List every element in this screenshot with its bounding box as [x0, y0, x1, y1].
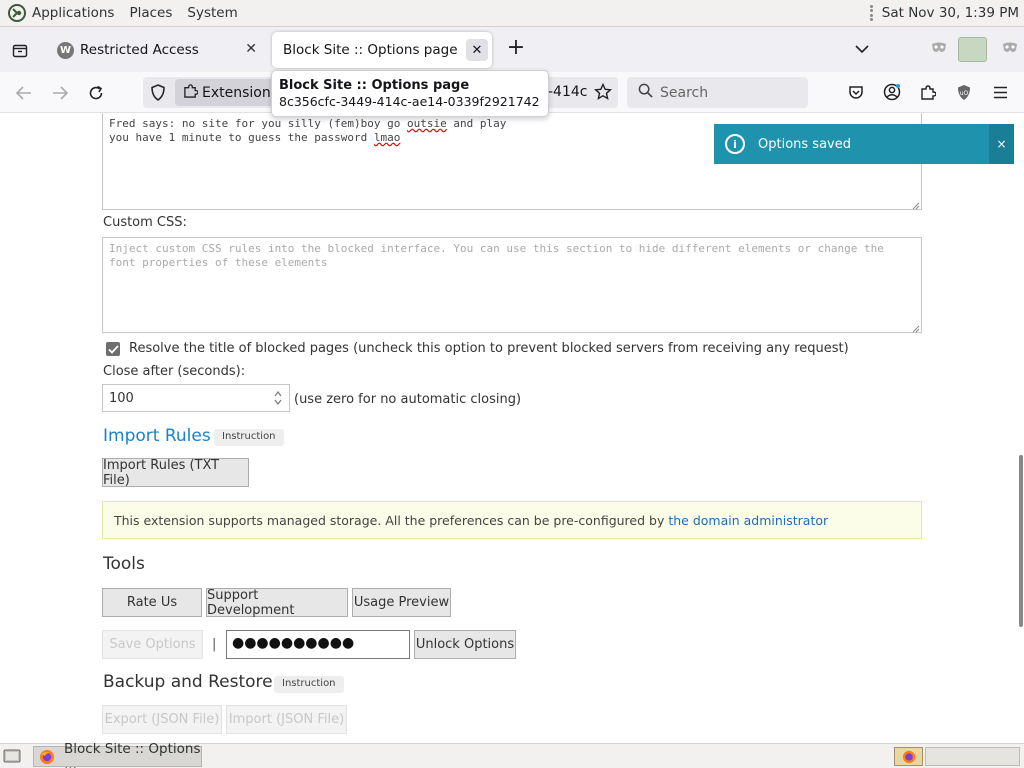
tab-tooltip: Block Site :: Options page 8c356cfc-3449… [271, 70, 549, 117]
instruction-badge[interactable]: Instruction [214, 429, 284, 446]
close-after-value: 100 [109, 391, 134, 406]
puzzle-piece-icon [183, 83, 199, 102]
search-placeholder: Search [660, 84, 709, 101]
svg-text:uO: uO [960, 90, 969, 97]
tab-restricted-access[interactable]: W Restricted Access ✕ [47, 32, 267, 68]
new-tab-button[interactable]: + [504, 37, 528, 61]
close-after-input[interactable]: 100 [102, 384, 290, 412]
save-options-button[interactable]: Save Options [102, 630, 203, 659]
support-development-button[interactable]: Support Development [206, 588, 348, 618]
password-input[interactable]: ●●●●●●●●●● [226, 630, 410, 659]
hamburger-menu-icon[interactable] [990, 82, 1010, 102]
rate-us-button[interactable]: Rate Us [102, 588, 202, 617]
search-input[interactable]: Search [627, 77, 808, 108]
tooltip-subtitle: 8c356cfc-3449-414c-ae14-0339f2921742 [279, 94, 540, 109]
managed-storage-note: This extension supports managed storage.… [102, 501, 922, 539]
import-rules-button[interactable]: Import Rules (TXT File) [102, 458, 249, 488]
pocket-icon[interactable] [846, 82, 866, 102]
info-icon: i [725, 134, 745, 154]
domain-administrator-link[interactable]: the domain administrator [668, 513, 828, 528]
close-notification-button[interactable]: × [989, 124, 1014, 164]
usage-preview-button[interactable]: Usage Preview [352, 588, 451, 617]
import-rules-heading: Import Rules [103, 426, 211, 446]
tab-title: Restricted Access [80, 42, 199, 58]
tab-block-site-options[interactable]: Block Site :: Options page ✕ [272, 32, 492, 68]
spinner-arrows-icon[interactable] [273, 389, 283, 407]
resolve-title-checkbox[interactable] [106, 342, 120, 356]
account-avatar-icon[interactable] [882, 82, 902, 102]
message-text: outsie [407, 117, 447, 130]
show-desktop-icon[interactable] [3, 748, 21, 764]
message-text: you have 1 minute to guess the password [109, 131, 374, 144]
custom-css-textarea[interactable]: Inject custom CSS rules into the blocked… [102, 237, 922, 333]
back-arrow-icon[interactable] [12, 81, 36, 105]
clock[interactable]: Sat Nov 30, 1:39 PM [882, 5, 1019, 21]
wikipedia-favicon-icon: W [57, 41, 74, 59]
custom-css-label: Custom CSS: [103, 215, 187, 230]
resize-grip-icon[interactable] [912, 200, 920, 210]
panel-grip-icon [869, 5, 874, 21]
reload-icon[interactable] [84, 81, 108, 105]
workspace-switcher[interactable] [925, 747, 1020, 766]
page-scrollbar[interactable] [1019, 455, 1023, 627]
mask-icon[interactable] [931, 41, 947, 55]
message-text: Fred says: no site for you silly (fem)bo… [109, 117, 408, 130]
close-after-hint: (use zero for no automatic closing) [294, 392, 522, 407]
instruction-badge[interactable]: Instruction [274, 676, 344, 693]
bookmark-star-icon[interactable] [593, 82, 613, 105]
message-text: lmao [373, 131, 401, 144]
firefox-view-icon[interactable] [0, 27, 40, 72]
forward-arrow-icon[interactable] [48, 81, 72, 105]
tools-heading: Tools [103, 554, 145, 574]
close-tab-icon[interactable]: ✕ [245, 41, 257, 57]
separator: | [212, 637, 217, 652]
search-icon [638, 83, 653, 102]
managed-note-text: This extension supports managed storage.… [114, 513, 669, 528]
distro-logo-icon[interactable] [8, 4, 26, 22]
extensions-puzzle-icon[interactable] [918, 82, 938, 102]
mask-icon[interactable] [1002, 41, 1018, 55]
message-text: and play [446, 117, 507, 130]
options-page-content: Fred says: no site for you silly (fem)bo… [0, 113, 1024, 743]
url-text[interactable]: -414c [548, 84, 587, 100]
places-menu[interactable]: Places [129, 5, 172, 21]
custom-css-placeholder: Inject custom CSS rules into the blocked… [109, 242, 891, 269]
taskbar-window-title: Block Site :: Options ... [64, 740, 201, 768]
backup-restore-heading: Backup and Restore [103, 672, 273, 692]
bottom-panel: Block Site :: Options ... [0, 741, 1024, 768]
close-after-label: Close after (seconds): [103, 364, 246, 379]
resize-grip-icon[interactable] [912, 323, 920, 333]
options-saved-notification: i Options saved × [714, 124, 1014, 164]
extension-thumbnail-icon[interactable] [958, 37, 987, 62]
tooltip-title: Block Site :: Options page [279, 78, 470, 93]
tracking-protection-shield-icon[interactable] [150, 84, 166, 105]
list-all-tabs-chevron-icon[interactable] [852, 40, 872, 58]
system-menu[interactable]: System [187, 5, 237, 21]
workspace-switcher-firefox-icon[interactable] [894, 747, 923, 766]
resolve-title-label: Resolve the title of blocked pages (unch… [129, 341, 849, 356]
notification-message: Options saved [758, 136, 851, 152]
import-json-button[interactable]: Import (JSON File) [226, 705, 347, 734]
export-json-button[interactable]: Export (JSON File) [102, 705, 222, 734]
close-tab-icon[interactable]: ✕ [466, 39, 488, 61]
ublock-shield-icon[interactable]: uO [954, 82, 974, 102]
taskbar-window-item[interactable]: Block Site :: Options ... [33, 741, 202, 768]
applications-menu[interactable]: Applications [32, 5, 114, 21]
tab-title: Block Site :: Options page [283, 42, 458, 58]
unlock-options-button[interactable]: Unlock Options [414, 630, 516, 659]
extension-chip-label: Extension ( [202, 84, 281, 101]
firefox-icon [39, 749, 55, 765]
top-panel: Applications Places System Sat Nov 30, 1… [0, 0, 1024, 27]
